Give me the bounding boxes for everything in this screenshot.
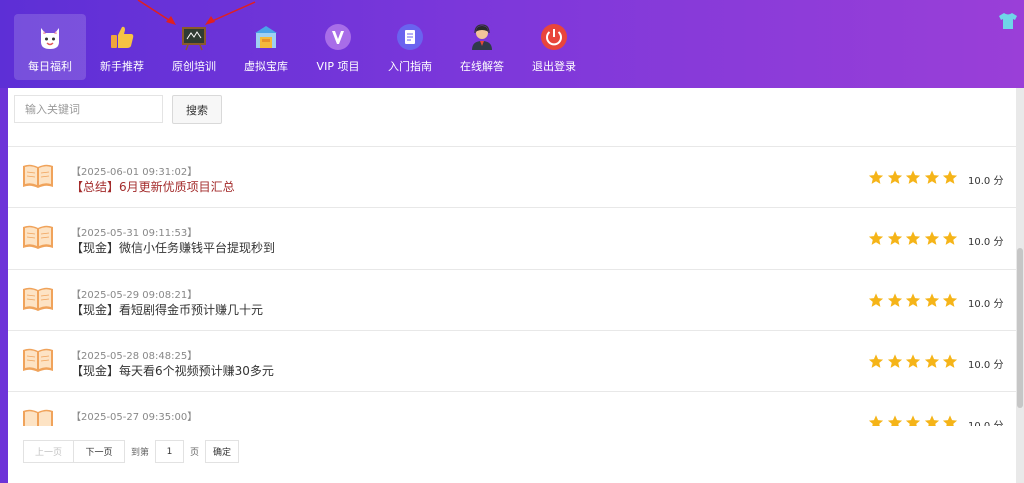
annotation-arrows bbox=[137, 0, 256, 25]
star-icon bbox=[868, 415, 884, 426]
star-icon bbox=[924, 170, 939, 184]
star-icon bbox=[887, 354, 902, 368]
star-icon bbox=[905, 415, 921, 426]
star-icon bbox=[905, 293, 921, 307]
star-icon bbox=[924, 293, 939, 307]
scrollbar-track[interactable] bbox=[1016, 88, 1024, 483]
star-icon bbox=[868, 170, 884, 184]
nav-item-daily-benefits[interactable]: 每日福利 bbox=[14, 14, 86, 80]
book-icon bbox=[22, 347, 54, 373]
list-item: 【2025-05-27 09:35:00】 10.0 分 bbox=[8, 392, 1016, 426]
list-item: 【2025-05-31 09:11:53】 【现金】微信小任务赚钱平台提现秒到 … bbox=[8, 208, 1016, 270]
confirm-page-button[interactable]: 确定 bbox=[205, 440, 240, 463]
nav-item-getting-started[interactable]: 入门指南 bbox=[374, 14, 446, 80]
item-title-link[interactable]: 【现金】每天看6个视频预计赚30多元 bbox=[71, 362, 274, 379]
star-icon bbox=[868, 231, 884, 246]
nav-label: 原创培训 bbox=[172, 60, 216, 73]
star-icon bbox=[942, 354, 958, 368]
item-score: 10.0 分 bbox=[968, 417, 1003, 426]
power-icon bbox=[539, 22, 569, 52]
star-icon bbox=[924, 231, 939, 246]
item-title-link[interactable]: 【总结】6月更新优质项目汇总 bbox=[71, 178, 235, 195]
guide-icon bbox=[395, 22, 425, 52]
rating-stars bbox=[867, 353, 960, 370]
star-icon bbox=[942, 231, 958, 246]
item-score: 10.0 分 bbox=[968, 359, 1004, 371]
item-date: 【2025-05-28 08:48:25】 bbox=[71, 350, 198, 362]
list-item: 【2025-05-28 08:48:25】 【现金】每天看6个视频预计赚30多元… bbox=[8, 331, 1016, 393]
nav-label: 虚拟宝库 bbox=[244, 60, 288, 73]
vip-icon bbox=[323, 22, 353, 52]
rating-stars bbox=[867, 292, 960, 309]
list-item: 【2025-05-29 09:08:21】 【现金】看短剧得金币预计赚几十元 1… bbox=[8, 270, 1016, 331]
item-date: 【2025-06-01 09:31:02】 bbox=[71, 167, 198, 178]
left-edge bbox=[0, 88, 8, 483]
item-score: 10.0 分 bbox=[968, 176, 1004, 187]
nav-item-vip-projects[interactable]: VIP 项目 bbox=[302, 14, 374, 80]
main-nav: 每日福利 新手推荐 原创培训 虚拟宝库 VIP 项目 入门指南 在线解答 退出登… bbox=[14, 14, 590, 80]
search-button[interactable]: 搜索 bbox=[172, 95, 222, 124]
star-icon bbox=[887, 170, 902, 184]
book-icon bbox=[22, 163, 54, 189]
star-icon bbox=[887, 231, 902, 246]
star-icon bbox=[924, 415, 939, 426]
prev-page-button[interactable]: 上一页 bbox=[23, 440, 74, 463]
scrollbar-thumb[interactable] bbox=[1017, 248, 1023, 408]
rating-stars bbox=[867, 414, 960, 426]
item-date: 【2025-05-27 09:35:00】 bbox=[71, 412, 198, 424]
nav-item-online-support[interactable]: 在线解答 bbox=[446, 14, 518, 80]
item-score: 10.0 分 bbox=[968, 237, 1004, 249]
star-icon bbox=[887, 293, 902, 307]
cat-icon bbox=[35, 22, 65, 52]
nav-item-logout[interactable]: 退出登录 bbox=[518, 14, 590, 80]
next-page-button[interactable]: 下一页 bbox=[74, 440, 125, 463]
item-title-link[interactable]: 【现金】微信小任务赚钱平台提现秒到 bbox=[71, 239, 275, 256]
item-title-link[interactable]: 【现金】看短剧得金币预计赚几十元 bbox=[71, 301, 263, 318]
article-list: 【2025-06-01 09:31:02】 【总结】6月更新优质项目汇总 10.… bbox=[8, 147, 1016, 426]
support-agent-icon bbox=[467, 22, 497, 52]
star-icon bbox=[924, 354, 939, 368]
nav-label: 入门指南 bbox=[388, 60, 432, 73]
nav-label: VIP 项目 bbox=[316, 60, 360, 73]
page-unit-label: 页 bbox=[190, 448, 200, 458]
book-icon bbox=[22, 224, 54, 250]
star-icon bbox=[905, 170, 921, 184]
item-date: 【2025-05-31 09:11:53】 bbox=[71, 228, 198, 240]
book-icon bbox=[22, 286, 54, 312]
nav-label: 在线解答 bbox=[460, 60, 504, 73]
item-date: 【2025-05-29 09:08:21】 bbox=[71, 289, 198, 301]
star-icon bbox=[868, 354, 884, 368]
star-icon bbox=[942, 170, 958, 184]
list-item: 【2025-06-01 09:31:02】 【总结】6月更新优质项目汇总 10.… bbox=[8, 147, 1016, 209]
nav-label: 退出登录 bbox=[532, 60, 576, 73]
star-icon bbox=[942, 293, 958, 307]
rating-stars bbox=[867, 169, 960, 186]
page-number-input[interactable] bbox=[155, 440, 185, 463]
shirt-icon[interactable] bbox=[998, 12, 1018, 30]
star-icon bbox=[868, 293, 884, 307]
star-icon bbox=[887, 415, 902, 426]
book-icon bbox=[22, 408, 54, 426]
star-icon bbox=[905, 354, 921, 368]
rating-stars bbox=[867, 230, 960, 247]
nav-label: 每日福利 bbox=[28, 60, 72, 73]
item-score: 10.0 分 bbox=[968, 298, 1004, 310]
goto-label: 到第 bbox=[131, 448, 150, 458]
pagination: 上一页 下一页 到第 页 确定 bbox=[23, 440, 240, 463]
star-icon bbox=[905, 231, 921, 246]
nav-label: 新手推荐 bbox=[100, 60, 144, 73]
search-input[interactable] bbox=[14, 95, 163, 123]
star-icon bbox=[942, 415, 958, 426]
